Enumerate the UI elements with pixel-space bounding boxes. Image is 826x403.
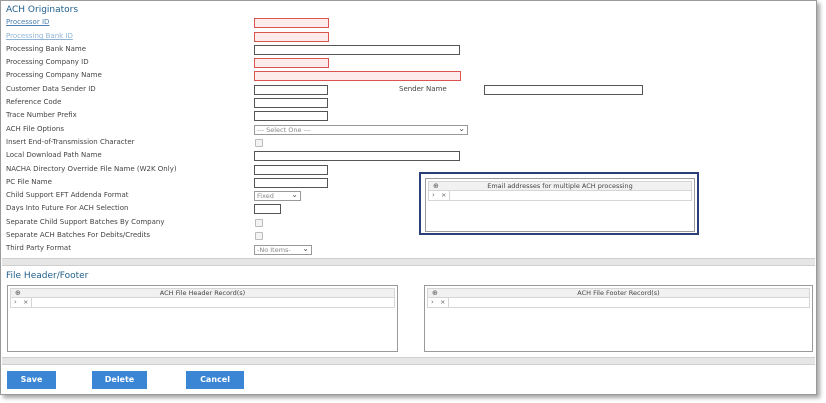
file-header-footer-title: File Header/Footer (6, 271, 89, 281)
email-grid-highlight: ⊕ Email addresses for multiple ACH proce… (419, 172, 699, 235)
expand-icon[interactable]: › (14, 298, 17, 307)
delete-button[interactable]: Delete (92, 371, 147, 389)
save-button[interactable]: Save (7, 371, 56, 389)
expand-icon[interactable]: › (431, 298, 434, 307)
section-divider (2, 258, 815, 266)
header-record-cell[interactable] (31, 298, 394, 307)
nacha-override-label: NACHA Directory Override File Name (W2K … (6, 165, 177, 173)
header-grid-header: ⊕ ACH File Header Record(s) (10, 288, 395, 298)
footer-record-cell[interactable] (448, 298, 809, 307)
header-grid-row[interactable]: › × (10, 298, 395, 308)
local-download-path-input[interactable] (254, 151, 460, 161)
separate-child-support-label: Separate Child Support Batches By Compan… (6, 218, 165, 226)
trace-number-prefix-label: Trace Number Prefix (6, 111, 77, 119)
separate-ach-batches-label: Separate ACH Batches For Debits/Credits (6, 231, 150, 239)
add-icon[interactable]: ⊕ (433, 182, 439, 191)
nacha-override-input[interactable] (254, 165, 328, 175)
child-support-eft-select[interactable]: Fixed ⌄ (254, 191, 301, 201)
processor-id-input[interactable] (254, 18, 329, 28)
insert-eot-checkbox[interactable] (255, 139, 263, 147)
ach-file-options-value: --- Select One --- (257, 126, 311, 134)
separate-child-support-checkbox[interactable] (255, 219, 263, 227)
ach-originators-form: ACH Originators Processor ID Processing … (0, 0, 817, 395)
expand-icon[interactable]: › (432, 191, 435, 200)
ach-file-footer-grid: ⊕ ACH File Footer Record(s) › × (424, 285, 813, 352)
ach-file-header-grid: ⊕ ACH File Header Record(s) › × (7, 285, 398, 352)
footer-divider (2, 357, 815, 365)
delete-row-icon[interactable]: × (23, 298, 28, 307)
third-party-format-value: -No Items- (257, 246, 291, 254)
add-icon[interactable]: ⊕ (432, 289, 438, 298)
chevron-down-icon: ⌄ (458, 124, 465, 133)
processing-bank-id-label[interactable]: Processing Bank ID (6, 32, 73, 40)
email-cell[interactable] (449, 191, 691, 200)
delete-row-icon[interactable]: × (441, 191, 446, 200)
processing-bank-name-input[interactable] (254, 45, 460, 55)
sender-name-input[interactable] (484, 85, 643, 95)
email-grid-header-label: Email addresses for multiple ACH process… (487, 182, 633, 190)
processing-company-id-label: Processing Company ID (6, 58, 89, 66)
pc-file-name-label: PC File Name (6, 178, 52, 186)
days-into-future-input[interactable] (254, 204, 281, 214)
add-icon[interactable]: ⊕ (15, 289, 21, 298)
ach-file-options-select[interactable]: --- Select One --- ⌄ (254, 125, 468, 135)
processing-company-id-input[interactable] (254, 58, 329, 68)
email-grid-header: ⊕ Email addresses for multiple ACH proce… (428, 181, 692, 191)
days-into-future-label: Days Into Future For ACH Selection (6, 204, 129, 212)
chevron-down-icon: ⌄ (291, 190, 298, 199)
processing-bank-id-input[interactable] (254, 32, 329, 42)
processor-id-label[interactable]: Processor ID (6, 18, 49, 26)
chevron-down-icon: ⌄ (302, 244, 309, 253)
separate-ach-batches-checkbox[interactable] (255, 232, 263, 240)
local-download-path-label: Local Download Path Name (6, 151, 102, 159)
third-party-format-select[interactable]: -No Items- ⌄ (254, 245, 312, 255)
processing-bank-name-label: Processing Bank Name (6, 45, 87, 53)
footer-grid-row[interactable]: › × (427, 298, 810, 308)
reference-code-label: Reference Code (6, 98, 62, 106)
insert-eot-label: Insert End-of-Transmission Character (6, 138, 135, 146)
delete-row-icon[interactable]: × (440, 298, 445, 307)
customer-data-sender-id-label: Customer Data Sender ID (6, 85, 96, 93)
header-grid-header-label: ACH File Header Record(s) (159, 289, 246, 297)
trace-number-prefix-input[interactable] (254, 111, 328, 121)
sender-name-label: Sender Name (399, 85, 447, 93)
reference-code-input[interactable] (254, 98, 328, 108)
email-grid-row[interactable]: › × (428, 191, 692, 201)
pc-file-name-input[interactable] (254, 178, 328, 188)
cancel-button[interactable]: Cancel (186, 371, 244, 389)
ach-file-options-label: ACH File Options (6, 125, 64, 133)
customer-data-sender-id-input[interactable] (254, 85, 328, 95)
processing-company-name-label: Processing Company Name (6, 71, 102, 79)
email-addresses-grid: ⊕ Email addresses for multiple ACH proce… (425, 178, 695, 232)
third-party-format-label: Third Party Format (6, 244, 71, 252)
footer-grid-header: ⊕ ACH File Footer Record(s) (427, 288, 810, 298)
child-support-eft-value: Fixed (257, 192, 274, 200)
child-support-eft-label: Child Support EFT Addenda Format (6, 191, 129, 199)
processing-company-name-input[interactable] (254, 71, 461, 81)
ach-originators-title: ACH Originators (6, 5, 79, 15)
footer-grid-header-label: ACH File Footer Record(s) (577, 289, 660, 297)
